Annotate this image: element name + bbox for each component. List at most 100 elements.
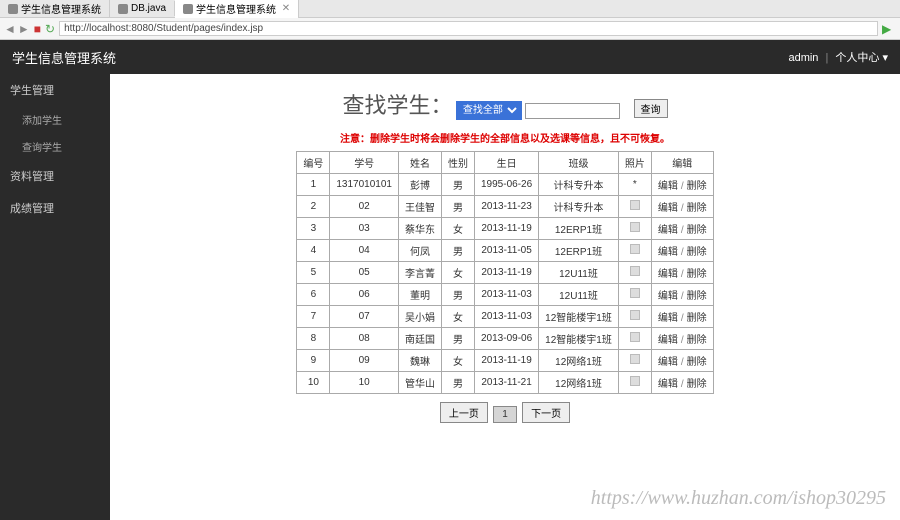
sidebar-sub-add-student[interactable]: 添加学生 [0, 106, 110, 133]
reload-icon[interactable]: ↻ [45, 22, 55, 36]
table-header: 班级 [539, 152, 619, 174]
photo-placeholder-icon [630, 332, 640, 342]
globe-icon [8, 4, 18, 14]
search-input[interactable] [525, 103, 620, 119]
edit-link[interactable]: 编辑 [658, 335, 678, 346]
table-cell: 09 [330, 350, 399, 372]
table-cell: 女 [442, 218, 475, 240]
photo-cell [618, 262, 651, 284]
action-cell: 编辑/删除 [651, 218, 713, 240]
edit-link[interactable]: 编辑 [658, 269, 678, 280]
prev-page-button[interactable]: 上一页 [440, 402, 488, 423]
table-row: 202王佳智男2013-11-23计科专升本编辑/删除 [297, 196, 713, 218]
user-name[interactable]: admin [788, 52, 818, 64]
table-cell: 03 [330, 218, 399, 240]
table-cell: 2013-11-19 [475, 218, 539, 240]
table-cell: 12智能楼宇1班 [539, 306, 619, 328]
delete-link[interactable]: 删除 [687, 313, 707, 324]
photo-placeholder-icon [630, 200, 640, 210]
edit-link[interactable]: 编辑 [658, 247, 678, 258]
delete-link[interactable]: 删除 [687, 203, 707, 214]
photo-cell [618, 218, 651, 240]
url-bar: ◄ ► ■ ↻ ▶ [0, 18, 900, 40]
photo-placeholder-icon [630, 244, 640, 254]
separator: / [681, 269, 684, 280]
table-cell: 06 [330, 284, 399, 306]
delete-link[interactable]: 删除 [687, 269, 707, 280]
go-icon[interactable]: ▶ [882, 22, 896, 36]
table-row: 808南廷国男2013-09-0612智能楼宇1班编辑/删除 [297, 328, 713, 350]
browser-tab-2[interactable]: 学生信息管理系统 ✕ [175, 0, 299, 18]
table-header: 编辑 [651, 152, 713, 174]
photo-cell [618, 306, 651, 328]
edit-link[interactable]: 编辑 [658, 357, 678, 368]
separator: / [681, 247, 684, 258]
address-input[interactable] [59, 21, 878, 36]
back-icon[interactable]: ◄ [4, 22, 16, 36]
photo-cell [618, 328, 651, 350]
table-row: 505李言菁女2013-11-1912U11班编辑/删除 [297, 262, 713, 284]
edit-link[interactable]: 编辑 [658, 379, 678, 390]
action-cell: 编辑/删除 [651, 284, 713, 306]
search-button[interactable]: 查询 [634, 99, 668, 118]
table-cell: 2013-09-06 [475, 328, 539, 350]
delete-link[interactable]: 删除 [687, 181, 707, 192]
close-icon[interactable]: ✕ [279, 3, 290, 14]
search-type-select[interactable]: 查找全部 [456, 101, 522, 120]
sidebar-item-profile[interactable]: 资料管理 [0, 160, 110, 192]
chevron-down-icon[interactable]: ▾ [882, 52, 888, 64]
sidebar-item-grade[interactable]: 成绩管理 [0, 192, 110, 224]
delete-link[interactable]: 删除 [687, 335, 707, 346]
browser-tab-0[interactable]: 学生信息管理系统 [0, 0, 110, 18]
table-header: 姓名 [399, 152, 442, 174]
table-cell: 8 [297, 328, 330, 350]
table-cell: 李言菁 [399, 262, 442, 284]
table-cell: 彭博 [399, 174, 442, 196]
table-header: 照片 [618, 152, 651, 174]
warning-text: 注意：删除学生时将会删除学生的全部信息以及选课等信息，且不可恢复。 [130, 130, 880, 145]
table-cell: 12ERP1班 [539, 218, 619, 240]
delete-link[interactable]: 删除 [687, 291, 707, 302]
edit-link[interactable]: 编辑 [658, 291, 678, 302]
action-cell: 编辑/删除 [651, 372, 713, 394]
table-cell: 9 [297, 350, 330, 372]
table-cell: 2013-11-23 [475, 196, 539, 218]
table-cell: 7 [297, 306, 330, 328]
table-cell: 10 [297, 372, 330, 394]
forward-icon[interactable]: ► [18, 22, 30, 36]
table-cell: 魏琳 [399, 350, 442, 372]
table-cell: 男 [442, 240, 475, 262]
delete-link[interactable]: 删除 [687, 225, 707, 236]
sidebar-item-student[interactable]: 学生管理 [0, 74, 110, 106]
edit-link[interactable]: 编辑 [658, 181, 678, 192]
table-cell: 1 [297, 174, 330, 196]
stop-icon[interactable]: ■ [34, 22, 41, 36]
next-page-button[interactable]: 下一页 [522, 402, 570, 423]
edit-link[interactable]: 编辑 [658, 313, 678, 324]
edit-link[interactable]: 编辑 [658, 225, 678, 236]
table-cell: 12网络1班 [539, 372, 619, 394]
table-cell: 男 [442, 372, 475, 394]
delete-link[interactable]: 删除 [687, 379, 707, 390]
table-cell: 2013-11-19 [475, 262, 539, 284]
table-cell: 2 [297, 196, 330, 218]
table-cell: 05 [330, 262, 399, 284]
table-header: 生日 [475, 152, 539, 174]
delete-link[interactable]: 删除 [687, 247, 707, 258]
sidebar-sub-query-student[interactable]: 查询学生 [0, 133, 110, 160]
edit-link[interactable]: 编辑 [658, 203, 678, 214]
app-header: 学生信息管理系统 admin | 个人中心 ▾ [0, 40, 900, 74]
table-row: 404何凤男2013-11-0512ERP1班编辑/删除 [297, 240, 713, 262]
table-header: 学号 [330, 152, 399, 174]
table-cell: 2013-11-03 [475, 306, 539, 328]
photo-cell: * [618, 174, 651, 196]
delete-link[interactable]: 删除 [687, 357, 707, 368]
photo-placeholder-icon [630, 376, 640, 386]
table-row: 606董明男2013-11-0312U11班编辑/删除 [297, 284, 713, 306]
browser-tab-1[interactable]: DB.java [110, 1, 175, 16]
table-cell: 3 [297, 218, 330, 240]
photo-placeholder-icon [630, 266, 640, 276]
photo-cell [618, 196, 651, 218]
user-menu[interactable]: 个人中心 [835, 52, 879, 64]
app-title: 学生信息管理系统 [12, 48, 116, 67]
